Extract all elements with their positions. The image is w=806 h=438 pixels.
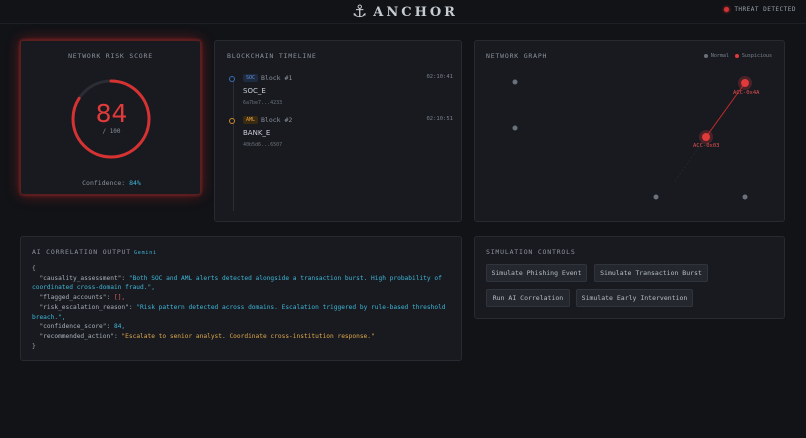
graph-node-suspicious xyxy=(702,133,710,141)
graph-node xyxy=(742,194,748,200)
graph-node-suspicious xyxy=(741,79,749,87)
brand: ⚓ ANCHOR xyxy=(352,2,458,22)
block-number: Block #2 xyxy=(261,116,293,124)
network-graph-panel: NETWORK GRAPH Normal Suspicious ACC-0x4A… xyxy=(474,40,785,222)
panel-title: SIMULATION CONTROLS xyxy=(486,248,576,256)
node-label-acc-b: ACC-0x03 xyxy=(693,143,720,149)
block-number: Block #1 xyxy=(261,74,293,82)
timeline-line xyxy=(233,78,234,211)
graph-node xyxy=(512,125,518,131)
blockchain-timeline-panel: BLOCKCHAIN TIMELINE SOC Block #1 02:10:4… xyxy=(214,40,462,222)
block-org: BANK_E xyxy=(243,129,271,137)
block-badge: SOC xyxy=(243,74,259,82)
block-time: 02:10:41 xyxy=(426,74,454,80)
node-label-acc-a: ACC-0x4A xyxy=(733,90,760,96)
threat-label: THREAT DETECTED xyxy=(734,6,796,13)
block-dot-icon xyxy=(229,118,235,124)
risk-score-max: / 100 xyxy=(102,128,121,135)
confidence: Confidence: 84% xyxy=(21,179,202,187)
block-dot-icon xyxy=(229,76,235,82)
brand-name: ANCHOR xyxy=(373,4,458,20)
confidence-label: Confidence: xyxy=(82,179,126,187)
confidence-value: 84% xyxy=(129,179,141,187)
ai-correlation-panel: AI CORRELATION OUTPUT Gemini { "causality… xyxy=(20,236,462,361)
panel-title: NETWORK RISK SCORE xyxy=(68,52,153,60)
anchor-icon: ⚓ xyxy=(352,2,368,22)
risk-score-value: 84 xyxy=(95,99,128,128)
block-org: SOC_E xyxy=(243,87,266,95)
block-time: 02:10:51 xyxy=(426,116,454,122)
risk-score-panel: NETWORK RISK SCORE 84 / 100 Confidence: … xyxy=(20,40,201,195)
graph-canvas[interactable]: ACC-0x4A ACC-0x03 xyxy=(475,41,786,223)
panel-title: BLOCKCHAIN TIMELINE xyxy=(227,52,317,60)
panel-title: AI CORRELATION OUTPUT Gemini xyxy=(32,248,157,256)
simulate-early-intervention-button[interactable]: Simulate Early Intervention xyxy=(576,289,693,307)
simulate-transaction-burst-button[interactable]: Simulate Transaction Burst xyxy=(594,264,708,282)
ai-title: AI CORRELATION OUTPUT xyxy=(32,248,131,256)
simulation-controls-panel: SIMULATION CONTROLS Simulate Phishing Ev… xyxy=(474,236,785,319)
ai-json-output: { "causality_assessment": "Both SOC and … xyxy=(32,265,450,350)
block-hash: 6a7be7...4233 xyxy=(243,100,283,106)
threat-dot-icon xyxy=(724,7,730,12)
threat-status: THREAT DETECTED xyxy=(724,6,796,13)
block-hash: 40b5d6...6507 xyxy=(243,142,283,148)
graph-node xyxy=(653,194,659,200)
ai-model-badge: Gemini xyxy=(133,250,157,256)
simulate-phishing-button[interactable]: Simulate Phishing Event xyxy=(486,264,587,282)
block-badge: AML xyxy=(243,116,259,124)
run-ai-correlation-button[interactable]: Run AI Correlation xyxy=(486,289,570,307)
top-bar: ⚓ ANCHOR THREAT DETECTED xyxy=(0,0,806,24)
graph-node xyxy=(512,79,518,85)
